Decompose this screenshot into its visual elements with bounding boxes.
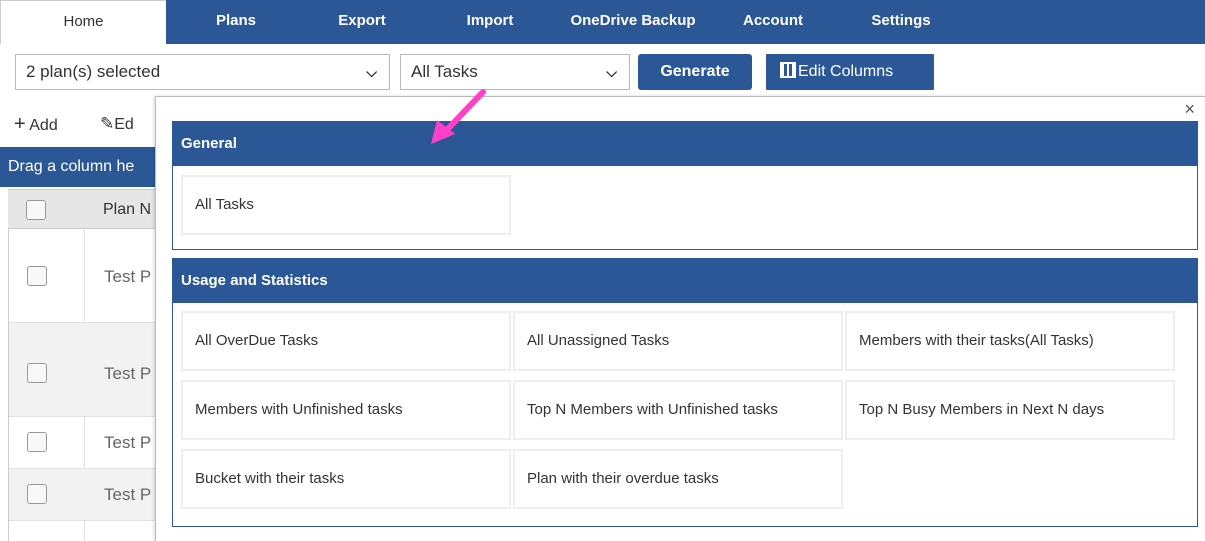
edit-label: Ed bbox=[114, 116, 134, 133]
plan-select[interactable]: 2 plan(s) selected ⌵ bbox=[15, 54, 390, 90]
tab-import[interactable]: Import bbox=[450, 0, 530, 44]
columns-icon bbox=[780, 62, 796, 78]
plan-select-value: 2 plan(s) selected bbox=[26, 62, 161, 81]
row-plan-name: Test P bbox=[104, 267, 152, 286]
panel-title-usage-statistics: Usage and Statistics bbox=[173, 259, 1197, 303]
row-checkbox[interactable] bbox=[27, 432, 47, 452]
group-panel-hint: Drag a column he bbox=[0, 147, 160, 187]
add-button[interactable]: + Add bbox=[14, 104, 58, 146]
edit-button[interactable]: ✎Ed bbox=[100, 104, 134, 145]
plus-icon: + bbox=[14, 113, 26, 135]
grid-header: Plan N bbox=[8, 189, 160, 229]
tab-home[interactable]: Home bbox=[0, 0, 166, 44]
tab-account[interactable]: Account bbox=[728, 0, 818, 44]
report-picker-popup: × General All Tasks Usage and Statistics… bbox=[155, 96, 1205, 541]
report-tile[interactable]: All Unassigned Tasks bbox=[513, 311, 843, 371]
tab-export[interactable]: Export bbox=[322, 0, 402, 44]
table-row[interactable]: Test P bbox=[9, 229, 160, 323]
toolbar: 2 plan(s) selected ⌵ All Tasks ⌵ Generat… bbox=[0, 46, 1205, 102]
general-panel: General All Tasks bbox=[172, 121, 1198, 250]
report-select[interactable]: All Tasks ⌵ bbox=[400, 54, 630, 90]
add-label: Add bbox=[29, 117, 58, 134]
row-plan-name: Test P bbox=[104, 485, 152, 504]
chevron-down-icon: ⌵ bbox=[366, 64, 377, 80]
tab-settings[interactable]: Settings bbox=[856, 0, 946, 44]
annotation-arrow-icon bbox=[431, 89, 486, 144]
tab-plans[interactable]: Plans bbox=[196, 0, 276, 44]
report-tile[interactable]: Plan with their overdue tasks bbox=[513, 449, 843, 509]
row-plan-name: Test P bbox=[104, 364, 152, 383]
grid-actions: + Add ✎Ed bbox=[0, 104, 160, 144]
report-tile[interactable]: Bucket with their tasks bbox=[181, 449, 511, 509]
generate-button[interactable]: Generate bbox=[638, 54, 752, 90]
select-all-checkbox[interactable] bbox=[26, 200, 46, 220]
report-tile[interactable]: Members with Unfinished tasks bbox=[181, 380, 511, 440]
top-navigation: Home Plans Export Import OneDrive Backup… bbox=[0, 0, 1205, 46]
edit-icon: ✎ bbox=[100, 114, 115, 133]
row-checkbox[interactable] bbox=[27, 484, 47, 504]
report-select-value: All Tasks bbox=[411, 62, 478, 81]
report-tile[interactable]: All OverDue Tasks bbox=[181, 311, 511, 371]
close-icon[interactable]: × bbox=[1184, 99, 1195, 120]
row-checkbox[interactable] bbox=[27, 363, 47, 383]
table-row[interactable]: Test P bbox=[9, 417, 160, 469]
report-tile[interactable]: Top N Members with Unfinished tasks bbox=[513, 380, 843, 440]
report-tile[interactable]: Top N Busy Members in Next N days bbox=[845, 380, 1175, 440]
table-row[interactable]: Test P bbox=[9, 323, 160, 417]
column-header-plan-name[interactable]: Plan N bbox=[103, 190, 151, 230]
edit-columns-button[interactable]: Edit Columns bbox=[766, 54, 934, 90]
row-plan-name: Test P bbox=[104, 433, 152, 452]
panel-title-general: General bbox=[173, 122, 1197, 166]
report-tile-all-tasks[interactable]: All Tasks bbox=[181, 175, 511, 235]
chevron-down-icon: ⌵ bbox=[606, 64, 617, 80]
usage-statistics-panel: Usage and Statistics All OverDue Tasks A… bbox=[172, 258, 1198, 527]
row-checkbox[interactable] bbox=[27, 266, 47, 286]
table-row[interactable]: Test P bbox=[9, 469, 160, 521]
report-tile[interactable]: Members with their tasks(All Tasks) bbox=[845, 311, 1175, 371]
tab-onedrive-backup[interactable]: OneDrive Backup bbox=[556, 0, 710, 44]
edit-columns-label: Edit Columns bbox=[798, 63, 894, 80]
